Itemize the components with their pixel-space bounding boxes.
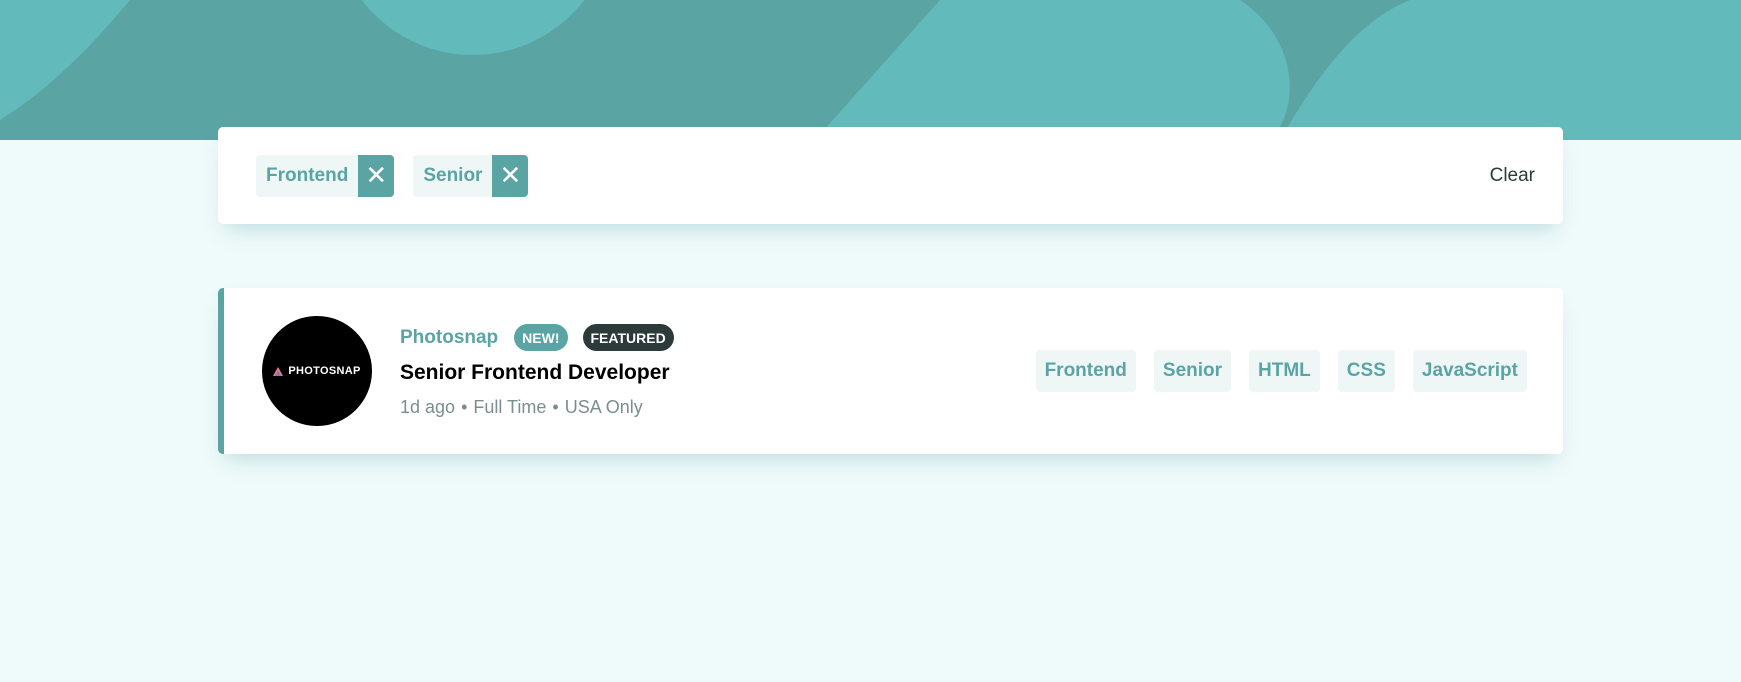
meta-separator: • [461, 397, 468, 417]
header-banner [0, 0, 1741, 140]
job-tag[interactable]: Frontend [1035, 350, 1136, 392]
job-header: Photosnap NEW! FEATURED [400, 324, 1036, 351]
filter-chip: Senior ✕ [413, 154, 529, 197]
posted-time: 1d ago [400, 397, 456, 417]
job-meta: 1d ago • Full Time • USA Only [400, 397, 1036, 418]
close-icon[interactable]: ✕ [492, 154, 529, 197]
job-tags: Frontend Senior HTML CSS JavaScript [1035, 350, 1527, 392]
job-tag[interactable]: JavaScript [1412, 350, 1527, 392]
job-card: PHOTOSNAP Photosnap NEW! FEATURED Senior… [218, 288, 1563, 454]
job-tag[interactable]: Senior [1153, 350, 1232, 392]
new-badge: NEW! [514, 324, 568, 351]
featured-badge: FEATURED [582, 324, 674, 351]
filter-bar: Frontend ✕ Senior ✕ Clear [218, 127, 1563, 224]
job-tag[interactable]: HTML [1249, 350, 1320, 392]
job-info: Photosnap NEW! FEATURED Senior Frontend … [400, 324, 1036, 418]
job-location: USA Only [564, 397, 643, 417]
close-icon[interactable]: ✕ [358, 154, 395, 197]
filter-chip: Frontend ✕ [256, 154, 395, 197]
filter-chips: Frontend ✕ Senior ✕ [256, 154, 1490, 197]
logo-text: PHOTOSNAP [288, 365, 361, 377]
header-pattern [0, 0, 1741, 140]
job-tag[interactable]: CSS [1337, 350, 1395, 392]
contract-type: Full Time [473, 397, 547, 417]
photosnap-logo-icon [273, 366, 284, 376]
filter-chip-label: Senior [423, 164, 483, 186]
company-name: Photosnap [400, 326, 499, 348]
company-logo: PHOTOSNAP [262, 316, 372, 426]
meta-separator: • [552, 397, 559, 417]
filter-chip-label: Frontend [266, 164, 349, 186]
clear-filters-button[interactable]: Clear [1490, 165, 1535, 187]
job-position[interactable]: Senior Frontend Developer [400, 361, 1036, 385]
